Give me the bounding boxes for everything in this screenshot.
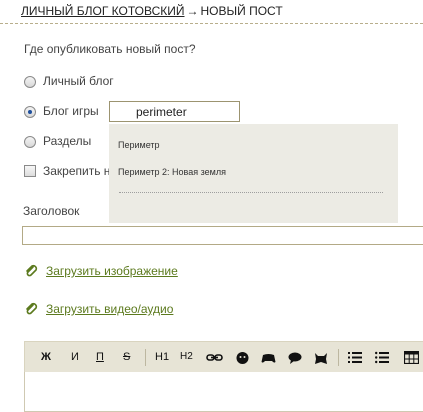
paperclip-icon: [26, 302, 38, 315]
table-icon[interactable]: [404, 351, 419, 364]
game-search-input[interactable]: perimeter: [109, 101, 240, 122]
dropdown-item[interactable]: Периметр 2: Новая земля: [118, 167, 226, 177]
breadcrumb-current: НОВЫЙ ПОСТ: [200, 4, 283, 18]
toolbar-divider: [145, 349, 146, 366]
dropdown-separator: [119, 192, 383, 193]
radio-sections[interactable]: [24, 136, 36, 148]
upload-image-link[interactable]: Загрузить изображение: [46, 264, 178, 278]
spoiler-mask-icon[interactable]: [236, 351, 249, 365]
editor-toolbar: Ж И П S H1 H2: [24, 341, 423, 373]
title-label: Заголовок: [23, 204, 80, 218]
label-pin[interactable]: Закрепить н: [43, 164, 110, 178]
header-divider: [0, 23, 423, 24]
bullet-list-icon[interactable]: [375, 351, 389, 364]
pet-icon[interactable]: [314, 351, 328, 365]
underline-button[interactable]: П: [96, 351, 104, 365]
gamepad-icon[interactable]: [261, 352, 276, 364]
publish-question: Где опубликовать новый пост?: [24, 42, 196, 56]
strikethrough-button[interactable]: S: [123, 351, 130, 365]
numbered-list-icon[interactable]: [348, 351, 362, 364]
radio-game-blog[interactable]: [24, 106, 36, 118]
quote-bubble-icon[interactable]: [288, 352, 302, 364]
breadcrumb: ЛИЧНЫЙ БЛОГ КОТОВСКИЙ → НОВЫЙ ПОСТ: [21, 4, 283, 18]
h2-button[interactable]: H2: [180, 351, 193, 365]
paperclip-icon: [26, 264, 38, 277]
h1-button[interactable]: H1: [155, 351, 169, 365]
dropdown-item[interactable]: Периметр: [118, 140, 160, 150]
game-autocomplete-dropdown: Периметр Периметр 2: Новая земля: [109, 124, 398, 223]
label-personal-blog[interactable]: Личный блог: [43, 74, 114, 88]
breadcrumb-blog-link[interactable]: ЛИЧНЫЙ БЛОГ КОТОВСКИЙ: [21, 4, 185, 18]
editor-text-area[interactable]: [24, 372, 423, 412]
title-input[interactable]: [22, 226, 423, 245]
italic-button[interactable]: И: [71, 351, 79, 365]
link-icon[interactable]: [206, 351, 223, 364]
upload-video-link[interactable]: Загрузить видео/аудио: [46, 302, 173, 316]
breadcrumb-arrow: →: [186, 4, 199, 18]
radio-personal-blog[interactable]: [24, 76, 36, 88]
pin-checkbox[interactable]: [24, 165, 36, 177]
label-game-blog[interactable]: Блог игры: [43, 104, 99, 118]
bold-button[interactable]: Ж: [41, 351, 51, 365]
toolbar-divider: [338, 349, 339, 366]
label-sections[interactable]: Разделы: [43, 134, 91, 148]
